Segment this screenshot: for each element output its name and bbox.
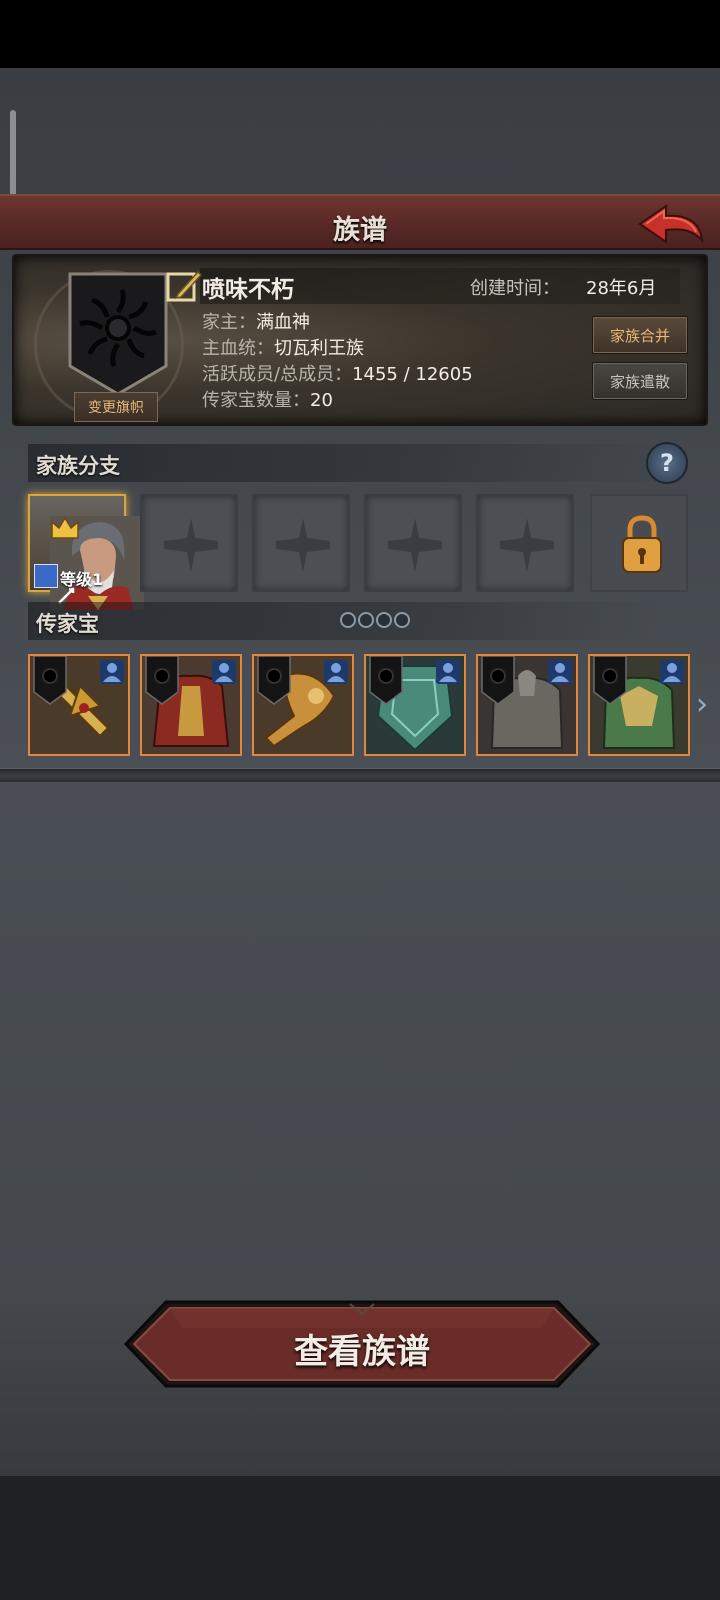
disband-clan-button[interactable]: 家族遣散 bbox=[592, 362, 688, 400]
crown-icon bbox=[51, 516, 79, 539]
branch-slot-empty[interactable] bbox=[364, 494, 462, 592]
branch-slot-empty[interactable] bbox=[140, 494, 238, 592]
clan-shield-icon bbox=[593, 656, 627, 705]
view-family-tree-button[interactable]: 查看族谱 bbox=[122, 1298, 602, 1390]
page-dot[interactable] bbox=[340, 612, 356, 628]
heirlooms-title: 传家宝 bbox=[36, 612, 99, 636]
person-icon bbox=[660, 660, 684, 684]
merge-clan-button[interactable]: 家族合并 bbox=[592, 316, 688, 354]
person-icon bbox=[436, 660, 460, 684]
title-bar: 族谱 bbox=[0, 194, 720, 250]
leader-value: 满血神 bbox=[256, 312, 310, 333]
heirloom-item[interactable] bbox=[476, 654, 578, 756]
cross-icon bbox=[164, 518, 218, 572]
leader-level: 等级1 bbox=[60, 570, 104, 589]
help-icon[interactable]: ? bbox=[646, 442, 688, 484]
back-arrow-icon bbox=[638, 204, 704, 244]
heirloom-item[interactable] bbox=[252, 654, 354, 756]
page-indicator bbox=[340, 612, 410, 628]
page-dot[interactable] bbox=[376, 612, 392, 628]
person-icon bbox=[324, 660, 348, 684]
leader-label: 家主： bbox=[202, 312, 256, 333]
clan-shield-icon bbox=[145, 656, 179, 705]
person-icon bbox=[100, 660, 124, 684]
members-line: 活跃成员/总成员：1455 / 12605 bbox=[202, 360, 473, 386]
branch-slot-empty[interactable] bbox=[252, 494, 350, 592]
bottom-bar bbox=[0, 1476, 720, 1600]
bloodline-value: 切瓦利王族 bbox=[274, 338, 364, 359]
branch-slot-empty[interactable] bbox=[476, 494, 574, 592]
lock-icon bbox=[622, 515, 662, 573]
branch-slot-leader[interactable]: 等级1 bbox=[28, 494, 144, 610]
bloodline-line: 主血统：切瓦利王族 bbox=[202, 334, 364, 360]
clan-info-panel: 变更旗帜 喷味不朽 创建时间： 28年6月 家主：满血神 主血统：切瓦利王族 活… bbox=[12, 254, 708, 426]
cross-icon bbox=[388, 518, 442, 572]
branches-header: 家族分支 bbox=[28, 444, 668, 482]
page-dot[interactable] bbox=[394, 612, 410, 628]
members-value: 1455 / 12605 bbox=[352, 364, 473, 385]
back-button[interactable] bbox=[636, 202, 706, 246]
edit-name-icon[interactable] bbox=[166, 268, 202, 304]
heirloom-item[interactable] bbox=[28, 654, 130, 756]
sword-class-icon bbox=[34, 564, 75, 604]
bloodline-label: 主血统： bbox=[202, 338, 274, 359]
page-dot[interactable] bbox=[358, 612, 374, 628]
clan-shield-icon bbox=[369, 656, 403, 705]
heirloom-item[interactable] bbox=[588, 654, 690, 756]
branch-slot-locked[interactable] bbox=[590, 494, 688, 592]
cross-icon bbox=[500, 518, 554, 572]
branches-title: 家族分支 bbox=[36, 454, 120, 478]
members-label: 活跃成员/总成员： bbox=[202, 364, 353, 385]
page-title: 族谱 bbox=[333, 215, 387, 246]
change-banner-button[interactable]: 变更旗帜 bbox=[74, 392, 158, 422]
heirloom-item[interactable] bbox=[364, 654, 466, 756]
clan-shield-icon bbox=[257, 656, 291, 705]
created-label: 创建时间： bbox=[470, 278, 560, 299]
clan-name: 喷味不朽 bbox=[202, 277, 294, 303]
clan-shield-icon bbox=[33, 656, 67, 705]
created-value: 28年6月 bbox=[586, 278, 657, 299]
chevron-right-icon[interactable]: › bbox=[696, 688, 716, 722]
heirloom-count-label: 传家宝数量： bbox=[202, 390, 310, 411]
heirloom-count-value: 20 bbox=[310, 390, 333, 411]
person-icon bbox=[548, 660, 572, 684]
person-icon bbox=[212, 660, 236, 684]
heirloom-item[interactable] bbox=[140, 654, 242, 756]
view-family-tree-label: 查看族谱 bbox=[294, 1332, 430, 1372]
clan-shield-icon bbox=[481, 656, 515, 705]
leader-line: 家主：满血神 bbox=[202, 308, 310, 334]
section-divider bbox=[0, 768, 720, 782]
cross-icon bbox=[276, 518, 330, 572]
clan-banner-icon bbox=[68, 272, 168, 396]
heirloom-count-line: 传家宝数量：20 bbox=[202, 386, 333, 412]
